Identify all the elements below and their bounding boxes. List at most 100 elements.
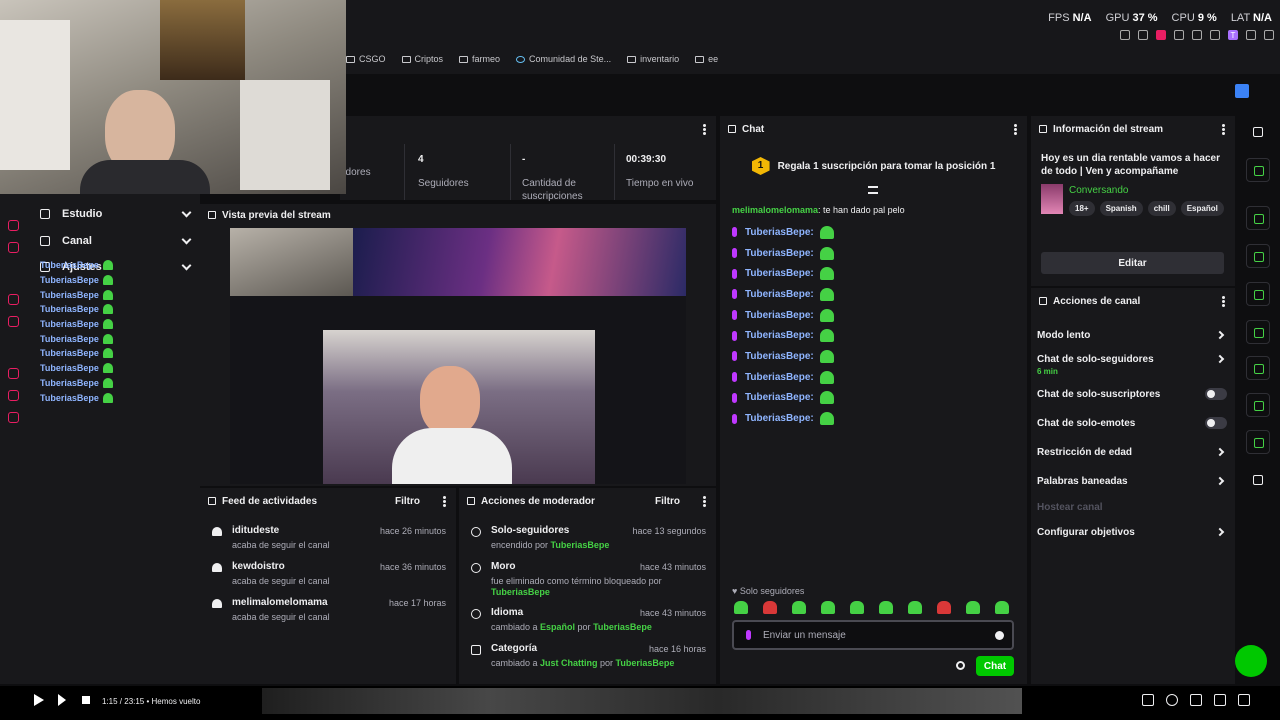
shield-icon[interactable] [8, 390, 19, 401]
subtitles-icon[interactable] [1142, 694, 1154, 706]
emote-icon[interactable] [763, 601, 777, 614]
chat-message-input[interactable] [763, 629, 983, 641]
sidebar-item-estudio[interactable]: Estudio [40, 202, 192, 226]
action-age-restriction[interactable]: Restricción de edad [1037, 447, 1227, 458]
document-icon[interactable] [1246, 282, 1270, 306]
layout-icon[interactable] [1246, 393, 1270, 417]
emote-icon[interactable] [734, 601, 748, 614]
chat-message: melimalomelomama: te han dado pal pelo [732, 205, 905, 215]
pocket-icon[interactable] [1156, 30, 1166, 40]
stats-panel: adores 4 Seguidores - Cantidad de suscripc… [340, 116, 716, 202]
emote-icon[interactable] [850, 601, 864, 614]
clock-icon[interactable] [8, 368, 19, 379]
edit-stream-button[interactable]: Editar [1041, 252, 1224, 274]
actions-header: Acciones de canal [1031, 288, 1235, 314]
bookmark-criptos[interactable]: Criptos [401, 54, 443, 64]
camera-icon[interactable] [8, 316, 19, 327]
play-icon[interactable] [34, 694, 44, 706]
wrench-icon[interactable] [1246, 430, 1270, 454]
theater-icon[interactable] [1214, 694, 1226, 706]
action-configure-goals[interactable]: Configurar objetivos [1037, 527, 1227, 538]
bookmark-icon[interactable] [1120, 30, 1130, 40]
support-chat-icon[interactable] [1235, 645, 1267, 677]
action-followers-only[interactable]: Chat de solo-seguidores 6 min [1037, 354, 1227, 376]
app-logo-icon[interactable] [1235, 84, 1249, 98]
chevron-right-icon [1215, 476, 1225, 486]
overlay-chat-row: TuberiasBepe [40, 317, 113, 332]
miniplayer-icon[interactable] [1190, 694, 1202, 706]
heart-icon [212, 527, 222, 536]
profile-avatar[interactable]: T [1228, 30, 1238, 40]
stream-category[interactable]: Conversando [1069, 185, 1128, 196]
bookmark-steam-community[interactable]: Comunidad de Ste... [516, 54, 611, 64]
pencil-icon[interactable] [1246, 158, 1270, 182]
emote-icon[interactable] [937, 601, 951, 614]
info-menu-icon[interactable] [1222, 124, 1225, 135]
bookmark-farmeo[interactable]: farmeo [459, 54, 500, 64]
bookmark-csgo[interactable]: CSGO [346, 54, 386, 64]
tag[interactable]: 18+ [1069, 201, 1095, 216]
overlay-chat-row: TuberiasBepe [40, 346, 113, 361]
send-icon[interactable] [1174, 30, 1184, 40]
action-banned-words[interactable]: Palabras baneadas [1037, 476, 1227, 487]
sidebar-item-canal[interactable]: Canal [40, 229, 192, 253]
feed-menu-icon[interactable] [443, 496, 446, 507]
ghost-emote-icon [102, 289, 113, 300]
stream-preview-video[interactable] [230, 228, 686, 484]
apps-icon[interactable] [1246, 468, 1270, 492]
folder-icon [627, 55, 637, 63]
download-icon[interactable] [1246, 30, 1256, 40]
heart-icon[interactable] [1192, 30, 1202, 40]
emote-icon[interactable] [995, 601, 1009, 614]
target-icon[interactable] [1246, 206, 1270, 230]
record-icon[interactable] [8, 294, 19, 305]
action-emotes-only[interactable]: Chat de solo-emotes [1037, 417, 1227, 429]
emote-icon[interactable] [821, 601, 835, 614]
bookmark-ee[interactable]: ee [695, 54, 718, 64]
bookmark-inventario[interactable]: inventario [627, 54, 679, 64]
mod-menu-icon[interactable] [703, 496, 706, 507]
next-icon[interactable] [58, 694, 66, 706]
action-slow-mode[interactable]: Modo lento [1037, 330, 1227, 341]
info-icon[interactable] [1246, 120, 1270, 144]
chat-bubble-icon[interactable] [1246, 320, 1270, 344]
menu-icon[interactable] [1264, 30, 1274, 40]
gift-sub-banner[interactable]: 1 Regala 1 suscripción para tomar la posi… [720, 146, 1027, 186]
stat-live-time: 00:39:30 Tiempo en vivo [626, 154, 694, 189]
emote-icon[interactable] [879, 601, 893, 614]
x-icon[interactable] [8, 242, 19, 253]
collapse-icon[interactable] [868, 186, 878, 194]
broadcast-icon[interactable] [1246, 356, 1270, 380]
emote-icon[interactable] [792, 601, 806, 614]
actions-menu-icon[interactable] [1222, 296, 1225, 307]
video-seekbar[interactable] [262, 688, 1022, 714]
settings-icon[interactable] [1166, 694, 1178, 706]
chat-menu-icon[interactable] [1014, 124, 1017, 135]
mod-filter-button[interactable]: Filtro [655, 496, 680, 507]
subscribers-only-toggle[interactable] [1205, 388, 1227, 400]
action-subscribers-only[interactable]: Chat de solo-suscriptores [1037, 388, 1227, 400]
chat-input-box[interactable] [732, 620, 1014, 650]
gear-icon[interactable] [8, 412, 19, 423]
volume-icon[interactable] [82, 696, 90, 704]
stats-menu-icon[interactable] [703, 124, 706, 135]
lightning-icon[interactable] [1246, 244, 1270, 268]
chat-send-button[interactable]: Chat [976, 656, 1014, 676]
fullscreen-icon[interactable] [1238, 694, 1250, 706]
tag[interactable]: Español [1180, 201, 1224, 216]
feed-filter-button[interactable]: Filtro [395, 496, 420, 507]
emote-icon[interactable] [908, 601, 922, 614]
puzzle-icon[interactable] [1210, 30, 1220, 40]
chevron-down-icon [181, 234, 192, 245]
chat-mode-indicator: ♥ Solo seguidores [732, 586, 805, 596]
emote-icon[interactable] [966, 601, 980, 614]
tag[interactable]: chill [1147, 201, 1176, 216]
emotes-only-toggle[interactable] [1205, 417, 1227, 429]
screenshot-icon[interactable] [1138, 30, 1148, 40]
twitch-icon[interactable] [8, 220, 19, 231]
tag[interactable]: Spanish [1099, 201, 1143, 216]
chat-settings-icon[interactable] [956, 661, 965, 670]
emoji-icon[interactable] [995, 631, 1004, 640]
chat-panel: Chat 1 Regala 1 suscripción para tomar la… [720, 116, 1027, 684]
stat-subscriptions: - Cantidad de suscripciones [522, 154, 583, 202]
